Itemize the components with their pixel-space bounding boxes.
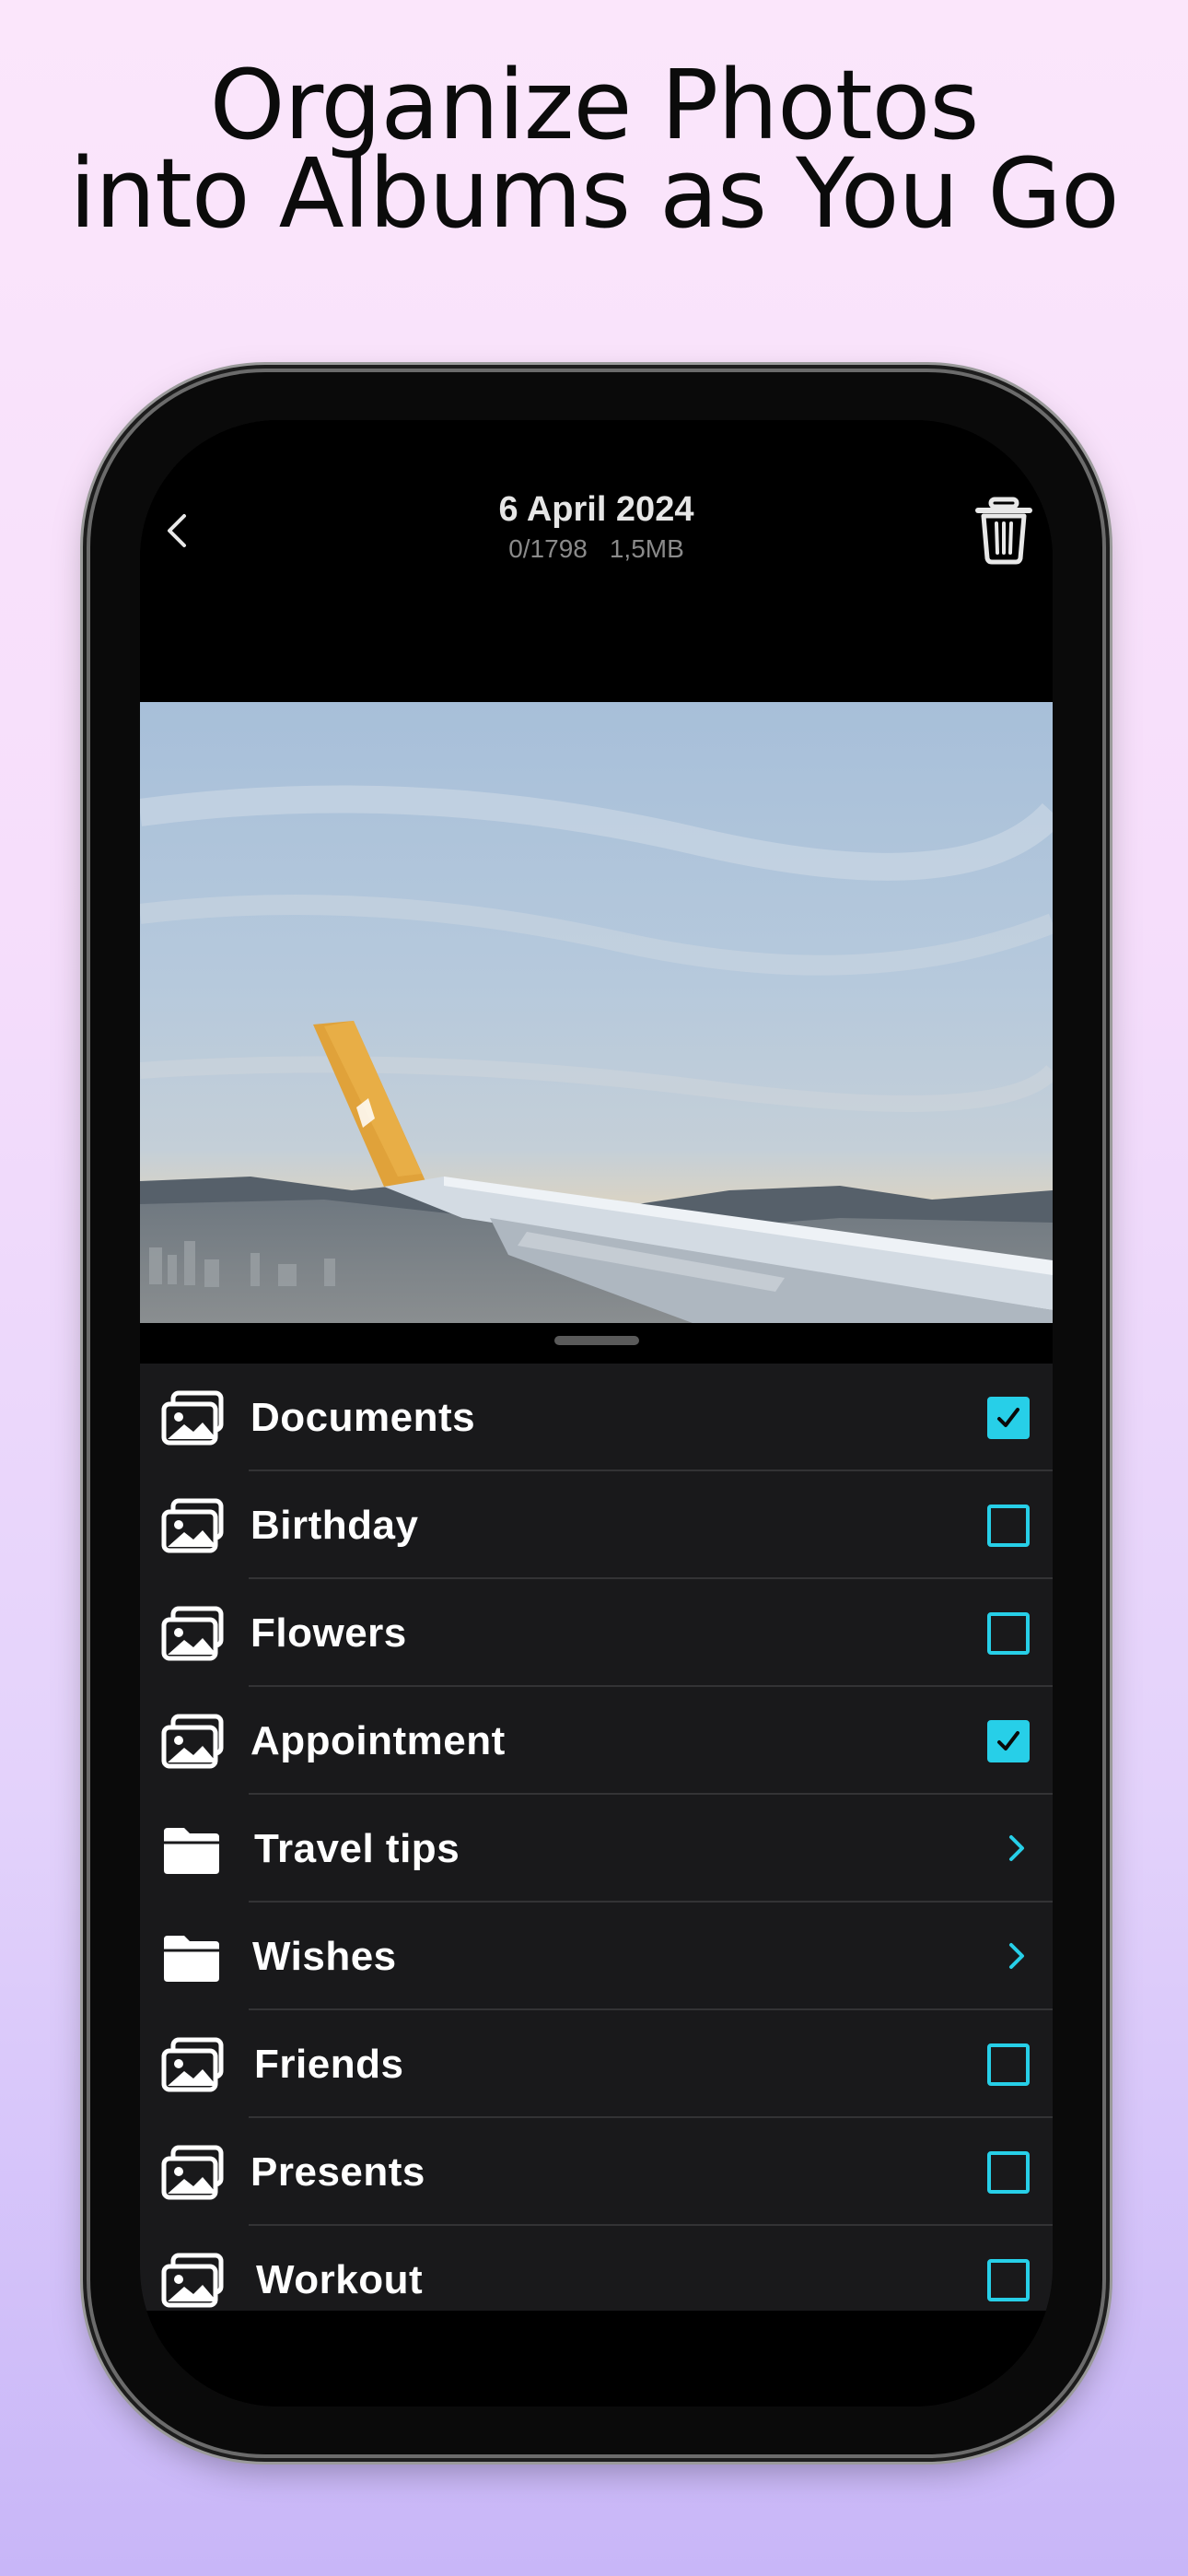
album-label: Documents xyxy=(250,1395,476,1440)
photo-album-icon xyxy=(161,1714,224,1769)
album-row-documents[interactable]: Documents xyxy=(140,1364,1053,1471)
headline-line-1: Organize Photos xyxy=(209,49,980,161)
bottom-safe-area xyxy=(140,2311,1053,2406)
navigation-bar: 6 April 2024 0/1798 1,5MB xyxy=(140,420,1053,702)
folder-row-wishes[interactable]: Wishes xyxy=(140,1903,1053,2010)
folder-icon xyxy=(164,1828,219,1874)
album-row-appointment[interactable]: Appointment xyxy=(140,1687,1053,1795)
album-label: Presents xyxy=(250,2149,425,2195)
chevron-right-icon xyxy=(1009,1835,1024,1861)
photo-album-icon xyxy=(161,1390,224,1446)
album-label: Appointment xyxy=(250,1718,506,1763)
photo-file-size: 1,5MB xyxy=(609,534,684,563)
album-checkbox[interactable] xyxy=(987,2043,1030,2086)
phone-frame: 6 April 2024 0/1798 1,5MB Documents Birt… xyxy=(90,372,1102,2454)
photo-album-icon xyxy=(161,2253,224,2308)
folder-label: Wishes xyxy=(252,1934,397,1979)
photo-album-icon xyxy=(161,2037,224,2092)
folder-row-travel-tips[interactable]: Travel tips xyxy=(140,1795,1053,1903)
photo-date-title: 6 April 2024 xyxy=(498,490,694,529)
chevron-right-icon xyxy=(1009,1943,1024,1969)
checkmark-icon xyxy=(997,1731,1019,1751)
sheet-grabber[interactable] xyxy=(554,1336,639,1345)
delete-button[interactable] xyxy=(974,496,1033,566)
folder-icon xyxy=(164,1936,219,1982)
album-row-presents[interactable]: Presents xyxy=(140,2118,1053,2226)
photo-album-icon xyxy=(161,2145,224,2200)
album-row-friends[interactable]: Friends xyxy=(140,2010,1053,2118)
album-label: Birthday xyxy=(250,1503,419,1548)
trash-icon xyxy=(975,497,1032,565)
album-checkbox-checked[interactable] xyxy=(987,1720,1030,1762)
album-row-birthday[interactable]: Birthday xyxy=(140,1471,1053,1579)
headline-line-2: into Albums as You Go xyxy=(69,137,1119,250)
album-checkbox[interactable] xyxy=(987,1505,1030,1547)
photo-album-icon xyxy=(161,1606,224,1661)
folder-label: Travel tips xyxy=(254,1826,460,1871)
phone-screen: 6 April 2024 0/1798 1,5MB Documents Birt… xyxy=(140,420,1053,2406)
album-row-workout[interactable]: Workout xyxy=(140,2226,1053,2311)
headline: Organize Photos into Albums as You Go xyxy=(0,49,1188,250)
album-label: Flowers xyxy=(250,1610,407,1656)
photo-counter: 0/1798 xyxy=(508,534,588,563)
sheet-handle-area[interactable] xyxy=(140,1323,1053,1364)
album-list: Documents Birthday Flowers Appointment T… xyxy=(140,1364,1053,2311)
album-label: Friends xyxy=(254,2042,404,2087)
photo-info: 0/1798 1,5MB xyxy=(140,534,1053,564)
album-checkbox[interactable] xyxy=(987,2151,1030,2194)
checkmark-icon xyxy=(997,1408,1019,1427)
photo-preview[interactable] xyxy=(140,702,1053,1323)
photo-album-icon xyxy=(161,1498,224,1553)
album-checkbox[interactable] xyxy=(987,1612,1030,1655)
album-row-flowers[interactable]: Flowers xyxy=(140,1579,1053,1687)
album-checkbox[interactable] xyxy=(987,2259,1030,2301)
album-checkbox-checked[interactable] xyxy=(987,1397,1030,1439)
album-label: Workout xyxy=(256,2257,424,2302)
